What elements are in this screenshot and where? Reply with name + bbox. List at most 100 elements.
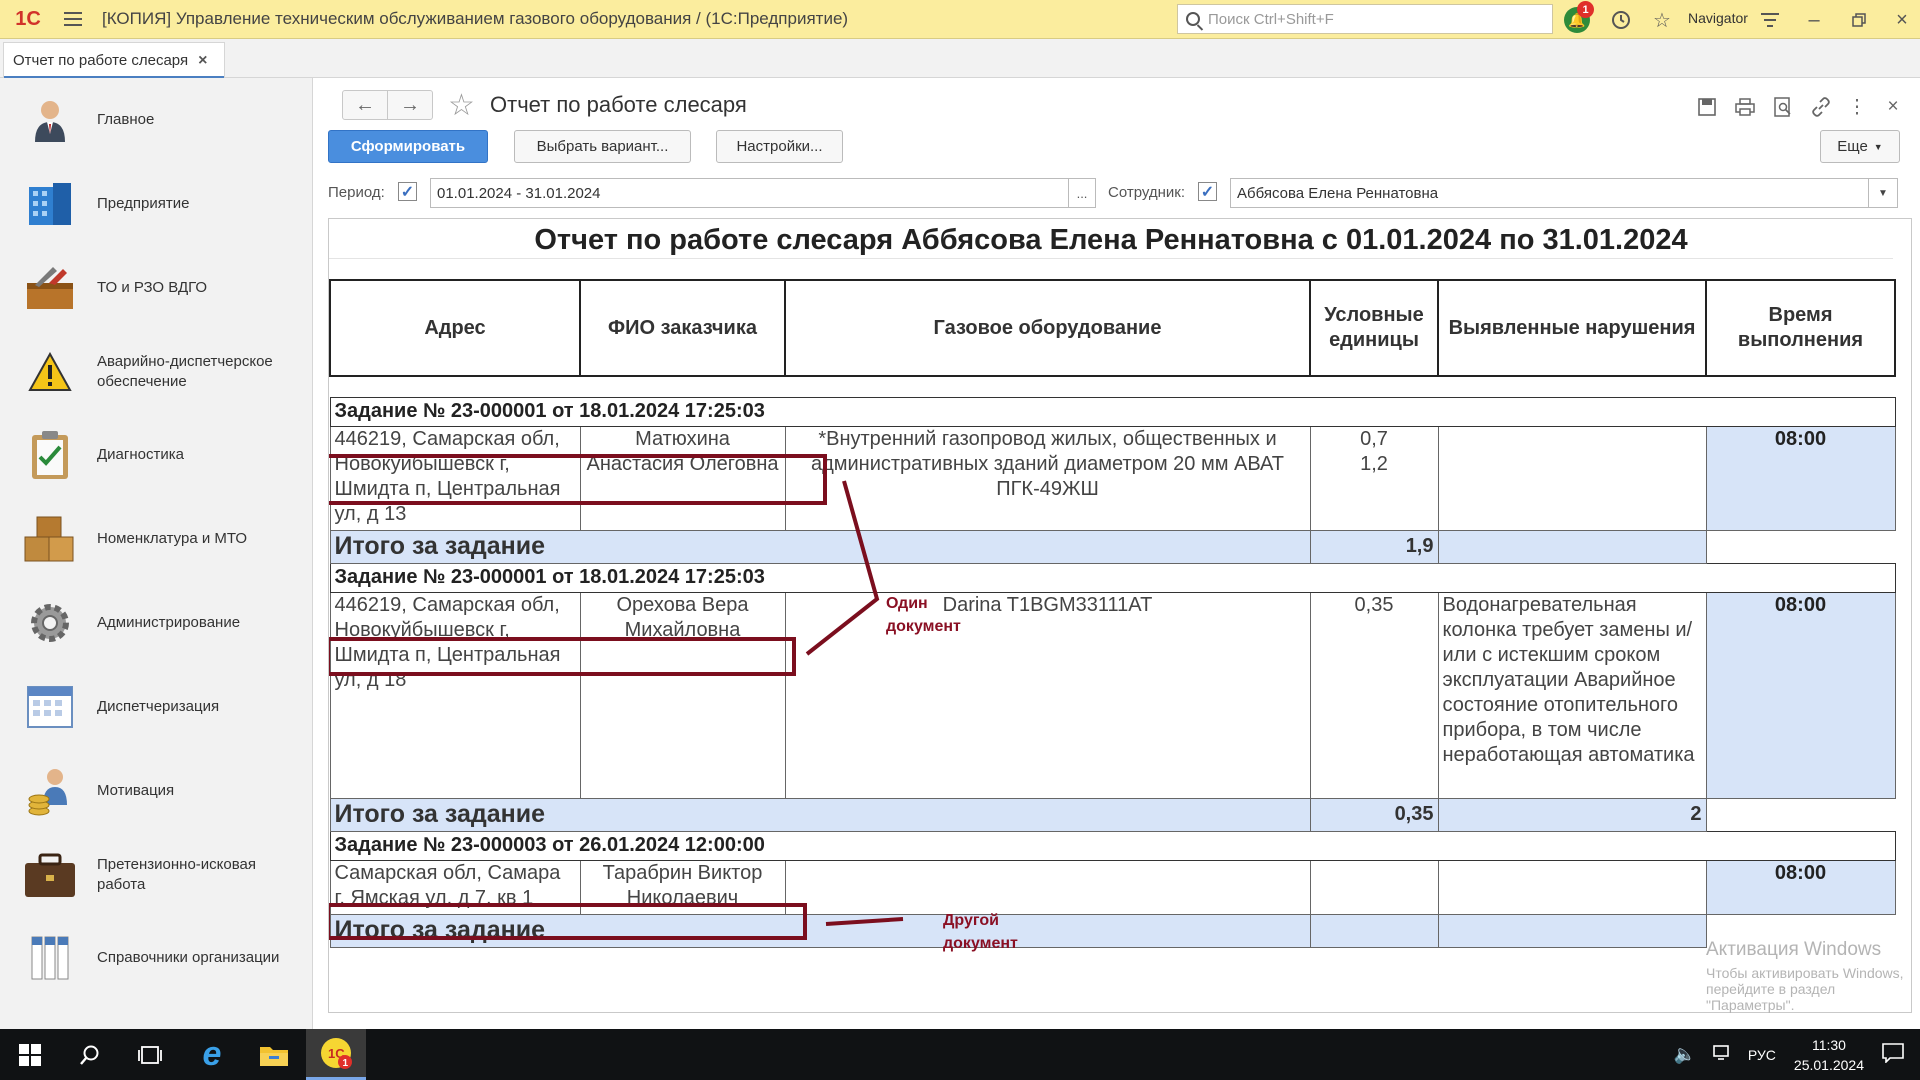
- sidebar-item-administration[interactable]: Администрирование: [0, 583, 313, 663]
- watermark-title: Активация Windows: [1706, 939, 1882, 960]
- task-header[interactable]: Задание № 23-000001 от 18.01.2024 17:25:…: [329, 562, 1896, 593]
- input-language[interactable]: РУС: [1748, 1047, 1776, 1063]
- sidebar-item-main[interactable]: Главное: [0, 80, 313, 160]
- windows-activation-watermark: Активация Windows Чтобы активировать Win…: [1706, 939, 1920, 1013]
- task-header-row[interactable]: Задание № 23-000001 от 18.01.2024 17:25:…: [329, 396, 1896, 427]
- volume-icon[interactable]: 🔈: [1673, 1044, 1695, 1065]
- notifications-center-icon[interactable]: [1882, 1043, 1904, 1066]
- network-icon[interactable]: [1712, 1044, 1732, 1065]
- favorites-star-icon[interactable]: ☆: [1648, 6, 1676, 34]
- col-header-address: Адрес: [329, 279, 581, 377]
- total-violations: 2: [1437, 797, 1707, 832]
- sidebar-item-motivation[interactable]: Мотивация: [0, 751, 313, 831]
- employee-field[interactable]: Аббясова Елена Реннатовна: [1230, 178, 1869, 208]
- sections-sidebar: Главное Предприятие ТО и РЗО ВДГО Аварий…: [0, 78, 313, 1029]
- search-input[interactable]: Поиск Ctrl+Shift+F: [1177, 4, 1553, 34]
- sidebar-item-label: ТО и РЗО ВДГО: [97, 279, 208, 296]
- history-icon[interactable]: [1607, 6, 1635, 34]
- select-variant-button[interactable]: Выбрать вариант...: [514, 130, 691, 163]
- sidebar-item-enterprise[interactable]: Предприятие: [0, 164, 313, 244]
- employee-label: Сотрудник:: [1108, 184, 1186, 201]
- period-label: Период:: [328, 184, 385, 201]
- settings-menu-icon[interactable]: [1756, 6, 1784, 34]
- task-header-row[interactable]: Задание № 23-000001 от 18.01.2024 17:25:…: [329, 562, 1896, 593]
- sidebar-item-nomenclature[interactable]: Номенклатура и МТО: [0, 499, 313, 579]
- print-icon[interactable]: [1732, 94, 1758, 120]
- svg-text:1: 1: [343, 1058, 349, 1069]
- sidebar-item-diagnostics[interactable]: Диагностика: [0, 415, 313, 495]
- sidebar-item-maintenance[interactable]: ТО и РЗО ВДГО: [0, 248, 313, 328]
- building-icon: [22, 176, 78, 232]
- clipboard-icon: [22, 427, 78, 483]
- close-window-button[interactable]: ×: [1888, 6, 1916, 34]
- tab-label: Отчет по работе слесаря: [13, 52, 189, 69]
- clock[interactable]: 11:30 25.01.2024: [1794, 1035, 1864, 1075]
- main-menu-button[interactable]: [56, 4, 90, 34]
- report-title: Отчет по работе слесаря Аббясова Елена Р…: [329, 221, 1893, 259]
- task-header-row[interactable]: Задание № 23-000003 от 26.01.2024 12:00:…: [329, 830, 1896, 861]
- total-label: Итого за задание: [329, 529, 1311, 564]
- cell-time: 08:00: [1705, 859, 1896, 915]
- toolbox-icon: [22, 260, 78, 316]
- sidebar-item-label: Мотивация: [97, 782, 175, 799]
- preview-icon[interactable]: [1770, 94, 1796, 120]
- close-form-icon[interactable]: ×: [1880, 94, 1906, 120]
- task-header[interactable]: Задание № 23-000001 от 18.01.2024 17:25:…: [329, 396, 1896, 427]
- favorite-star-icon[interactable]: ☆: [448, 88, 475, 123]
- internet-explorer-icon[interactable]: e: [182, 1029, 242, 1080]
- close-tab-icon[interactable]: ×: [198, 52, 207, 70]
- sidebar-item-claims[interactable]: Претензионно-исковая работа: [0, 835, 313, 915]
- minimize-button[interactable]: –: [1800, 6, 1828, 34]
- title-bar: 1С [КОПИЯ] Управление техническим обслуж…: [0, 0, 1920, 39]
- sidebar-item-label: Администрирование: [97, 614, 241, 631]
- generate-button[interactable]: Сформировать: [328, 130, 488, 163]
- employee-checkbox[interactable]: ✓: [1198, 182, 1217, 201]
- annotation-box-task-3: [329, 903, 807, 940]
- cell-customer: Орехова Вера Михайловна: [579, 591, 786, 799]
- sidebar-item-label: Диагностика: [97, 446, 184, 463]
- link-icon[interactable]: [1808, 94, 1834, 120]
- chevron-down-icon: ▼: [1873, 141, 1883, 152]
- task-header[interactable]: Задание № 23-000003 от 26.01.2024 12:00:…: [329, 830, 1896, 861]
- sidebar-item-dispatching[interactable]: Диспетчеризация: [0, 667, 313, 747]
- back-arrow-icon[interactable]: ←: [342, 90, 388, 120]
- clock-date: 25.01.2024: [1793, 1056, 1864, 1073]
- navigator-label[interactable]: Navigator: [1688, 10, 1748, 26]
- taskbar-1c-app[interactable]: 1С 1: [306, 1029, 366, 1080]
- clock-time: 11:30: [1811, 1036, 1846, 1053]
- annotation-box-task-2: [329, 637, 796, 676]
- sidebar-item-label: Главное: [97, 111, 155, 128]
- forward-arrow-icon[interactable]: →: [387, 90, 433, 120]
- settings-button[interactable]: Настройки...: [716, 130, 843, 163]
- binders-icon: [22, 930, 78, 986]
- annotation-same-document: Один документ: [886, 595, 961, 635]
- more-label: Еще: [1837, 138, 1868, 155]
- total-violations: [1437, 913, 1707, 948]
- more-actions-icon[interactable]: ⋮: [1844, 94, 1870, 120]
- save-icon[interactable]: [1694, 94, 1720, 120]
- tab-worker-report[interactable]: Отчет по работе слесаря ×: [3, 42, 225, 79]
- notifications-button[interactable]: 🔔 1: [1563, 1, 1594, 34]
- restore-button[interactable]: [1845, 6, 1873, 34]
- report-spreadsheet[interactable]: Отчет по работе слесаря Аббясова Елена Р…: [328, 218, 1912, 1013]
- header-row: Адрес ФИО заказчика Газовое оборудование…: [329, 279, 1896, 377]
- cell-violations: Водонагревательная колонка требует замен…: [1437, 591, 1707, 799]
- start-button[interactable]: [0, 1029, 60, 1080]
- system-tray: 🔈 РУС 11:30 25.01.2024: [1673, 1029, 1920, 1080]
- sidebar-item-directories[interactable]: Справочники организации: [0, 918, 313, 998]
- period-checkbox[interactable]: ✓: [398, 182, 417, 201]
- task-view-icon[interactable]: [120, 1029, 180, 1080]
- units-value: 0,7: [1360, 427, 1388, 450]
- taskbar-search-icon[interactable]: [60, 1029, 120, 1080]
- period-field[interactable]: 01.01.2024 - 31.01.2024: [430, 178, 1069, 208]
- sidebar-item-emergency[interactable]: Аварийно-диспетчерское обеспечение: [0, 332, 313, 412]
- employee-dropdown-icon[interactable]: ▼: [1868, 178, 1898, 208]
- gear-icon: [22, 595, 78, 651]
- table-row[interactable]: 446219, Самарская обл, Новокуйбышевск г,…: [329, 591, 1896, 799]
- period-select-button[interactable]: ...: [1068, 178, 1096, 208]
- total-units: [1309, 913, 1439, 948]
- total-violations: [1437, 529, 1707, 564]
- more-button[interactable]: Еще ▼: [1820, 130, 1900, 163]
- watermark-text: Чтобы активировать Windows, перейдите в …: [1706, 965, 1904, 1013]
- file-explorer-icon[interactable]: [244, 1029, 304, 1080]
